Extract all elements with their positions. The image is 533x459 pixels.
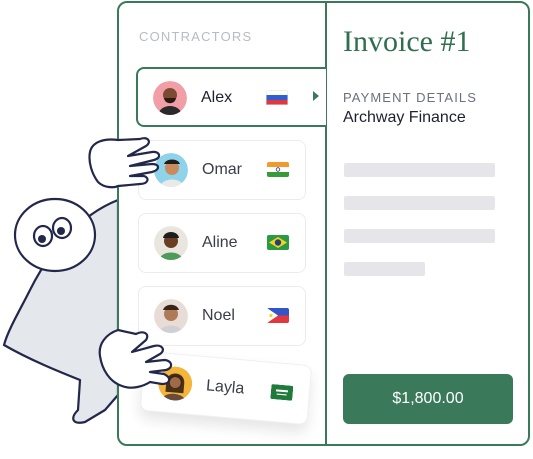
mascot-hands [88, 137, 173, 389]
